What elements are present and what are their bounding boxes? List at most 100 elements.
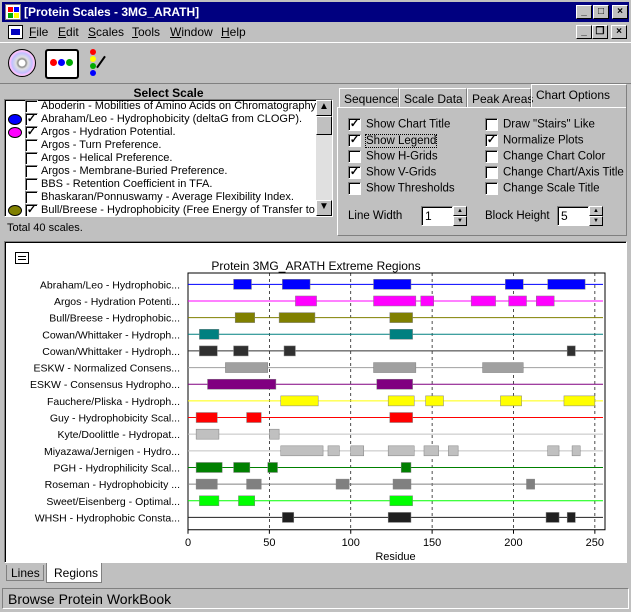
option-change-chart-axis-title[interactable]: Change Chart/Axis Title: [485, 166, 624, 179]
option-show-chart-title[interactable]: ✓ Show Chart Title: [348, 118, 450, 131]
app-icon[interactable]: [5, 4, 21, 20]
magic-wand-icon[interactable]: [86, 47, 112, 81]
option-checkbox[interactable]: ✓: [348, 166, 361, 179]
region-block: [373, 295, 417, 307]
scale-list-item[interactable]: Argos - Turn Preference.: [5, 139, 161, 152]
block-height-field[interactable]: 5: [557, 206, 589, 226]
option-draw-stairs-like[interactable]: Draw "Stairs" Like: [485, 118, 595, 131]
option-checkbox[interactable]: [485, 182, 498, 195]
scale-label: Argos - Turn Preference.: [41, 139, 162, 152]
region-block: [234, 312, 255, 323]
tab-sequence[interactable]: Sequence: [339, 88, 399, 108]
scale-list-item[interactable]: Argos - Helical Preference.: [5, 152, 172, 165]
spin-up-icon[interactable]: ▲: [589, 206, 603, 216]
scale-list[interactable]: Aboderin - Mobilities of Amino Acids on …: [4, 99, 333, 217]
tab-peak-areas[interactable]: Peak Areas: [467, 88, 533, 108]
tab-scale-data[interactable]: Scale Data: [399, 88, 467, 108]
block-height-label: Block Height: [485, 210, 550, 222]
menu-tools[interactable]: Tools: [132, 25, 160, 39]
option-normalize-plots[interactable]: ✓ Normalize Plots: [485, 134, 584, 147]
scale-list-item[interactable]: BBS - Retention Coefficient in TFA.: [5, 178, 212, 191]
option-checkbox[interactable]: [348, 150, 361, 163]
option-show-v-grids[interactable]: ✓ Show V-Grids: [348, 166, 436, 179]
options-panel: Sequence Scale Data Peak Areas Chart Option…: [337, 84, 627, 236]
menu-scales[interactable]: Scales: [88, 25, 124, 39]
scroll-thumb[interactable]: [316, 116, 332, 135]
tab-lines[interactable]: Lines: [6, 565, 44, 581]
region-block: [207, 378, 277, 390]
scale-checkbox[interactable]: ✓: [25, 113, 38, 126]
cd-disc-icon[interactable]: [6, 47, 40, 81]
region-block: [225, 362, 268, 373]
scrollbar[interactable]: ▲ ▼: [316, 100, 332, 216]
scale-list-item[interactable]: ✓ Argos - Hydration Potential.: [5, 126, 176, 139]
child-minimize-icon[interactable]: _: [576, 25, 592, 39]
tab-content: ✓ Show Chart Title ✓ Show Legend Show H-Grid…: [337, 107, 627, 236]
option-show-legend[interactable]: ✓ Show Legend: [348, 133, 438, 148]
scale-checkbox[interactable]: [25, 152, 38, 165]
option-show-thresholds[interactable]: Show Thresholds: [348, 182, 455, 195]
region-block: [278, 312, 316, 323]
option-checkbox[interactable]: ✓: [348, 134, 361, 147]
spin-down-icon[interactable]: ▼: [453, 216, 467, 226]
scale-checkbox[interactable]: ✓: [25, 126, 38, 139]
option-checkbox[interactable]: [485, 166, 498, 179]
child-restore-icon[interactable]: ❐: [592, 25, 608, 39]
line-width-spinner[interactable]: ▲ ▼: [453, 206, 467, 226]
minimize-icon[interactable]: _: [576, 5, 592, 19]
region-block: [470, 295, 496, 307]
scale-list-item[interactable]: Aboderin - Mobilities of Amino Acids on …: [5, 100, 332, 113]
scale-checkbox[interactable]: [25, 191, 38, 204]
tab-regions[interactable]: Regions: [46, 563, 102, 583]
child-close-icon[interactable]: ×: [611, 25, 627, 39]
scale-label: Argos - Helical Preference.: [41, 152, 173, 165]
region-block: [389, 412, 413, 423]
scale-list-item[interactable]: ✓ Abraham/Leo - Hydrophobicity (deltaG fr…: [5, 113, 302, 126]
scale-list-item[interactable]: Bhaskaran/Ponnuswamy - Average Flexibili…: [5, 191, 294, 204]
scale-list-item[interactable]: ✓ Bull/Breese - Hydrophobicity (Free Ener…: [5, 204, 332, 216]
scroll-down-icon[interactable]: ▼: [316, 200, 332, 216]
menu-help[interactable]: Help: [221, 25, 246, 39]
protein-chain-icon[interactable]: [45, 49, 79, 79]
menu-window[interactable]: Window: [170, 25, 213, 39]
block-height-spinner[interactable]: ▲ ▼: [589, 206, 603, 226]
spin-up-icon[interactable]: ▲: [453, 206, 467, 216]
menu-edit[interactable]: Edit: [58, 25, 79, 39]
scale-checkbox[interactable]: [25, 178, 38, 191]
option-checkbox[interactable]: [485, 150, 498, 163]
option-change-scale-title[interactable]: Change Scale Title: [485, 182, 600, 195]
chart-panel: Protein 3MG_ARATH Extreme Regions 0 50 100 1…: [4, 241, 627, 563]
option-label: Show Thresholds: [366, 182, 455, 195]
option-change-chart-color[interactable]: Change Chart Color: [485, 150, 605, 163]
doc-icon[interactable]: [8, 25, 23, 39]
option-checkbox[interactable]: [348, 182, 361, 195]
region-block: [295, 295, 317, 307]
x-tick-label: 200: [504, 537, 522, 549]
window-title: [Protein Scales - 3MG_ARATH]: [24, 5, 200, 19]
maximize-icon[interactable]: □: [593, 5, 609, 19]
scale-checkbox[interactable]: [25, 139, 38, 152]
tab-chart-options[interactable]: Chart Options: [531, 84, 627, 108]
scale-checkbox[interactable]: [25, 165, 38, 178]
scale-color-icon: [8, 192, 22, 203]
region-block: [283, 345, 296, 357]
region-block: [233, 345, 249, 357]
spin-down-icon[interactable]: ▼: [589, 216, 603, 226]
window-title-bar[interactable]: [Protein Scales - 3MG_ARATH] _ □ ×: [2, 2, 629, 22]
scale-list-item[interactable]: Argos - Membrane-Buried Preference.: [5, 165, 227, 178]
option-checkbox[interactable]: ✓: [348, 118, 361, 131]
menu-bar: File Edit Scales Tools Window Help _ ❐ ×: [0, 24, 631, 41]
option-label: Normalize Plots: [503, 134, 584, 147]
option-show-h-grids[interactable]: Show H-Grids: [348, 150, 438, 163]
region-block: [373, 362, 417, 373]
line-width-field[interactable]: 1: [421, 206, 453, 226]
menu-file[interactable]: File: [29, 25, 48, 39]
region-block: [389, 312, 413, 323]
scale-checkbox[interactable]: [25, 100, 38, 113]
region-block: [545, 512, 560, 523]
scroll-up-icon[interactable]: ▲: [316, 100, 332, 116]
option-checkbox[interactable]: ✓: [485, 134, 498, 147]
option-checkbox[interactable]: [485, 118, 498, 131]
close-icon[interactable]: ×: [612, 5, 628, 19]
scale-checkbox[interactable]: ✓: [25, 204, 38, 216]
